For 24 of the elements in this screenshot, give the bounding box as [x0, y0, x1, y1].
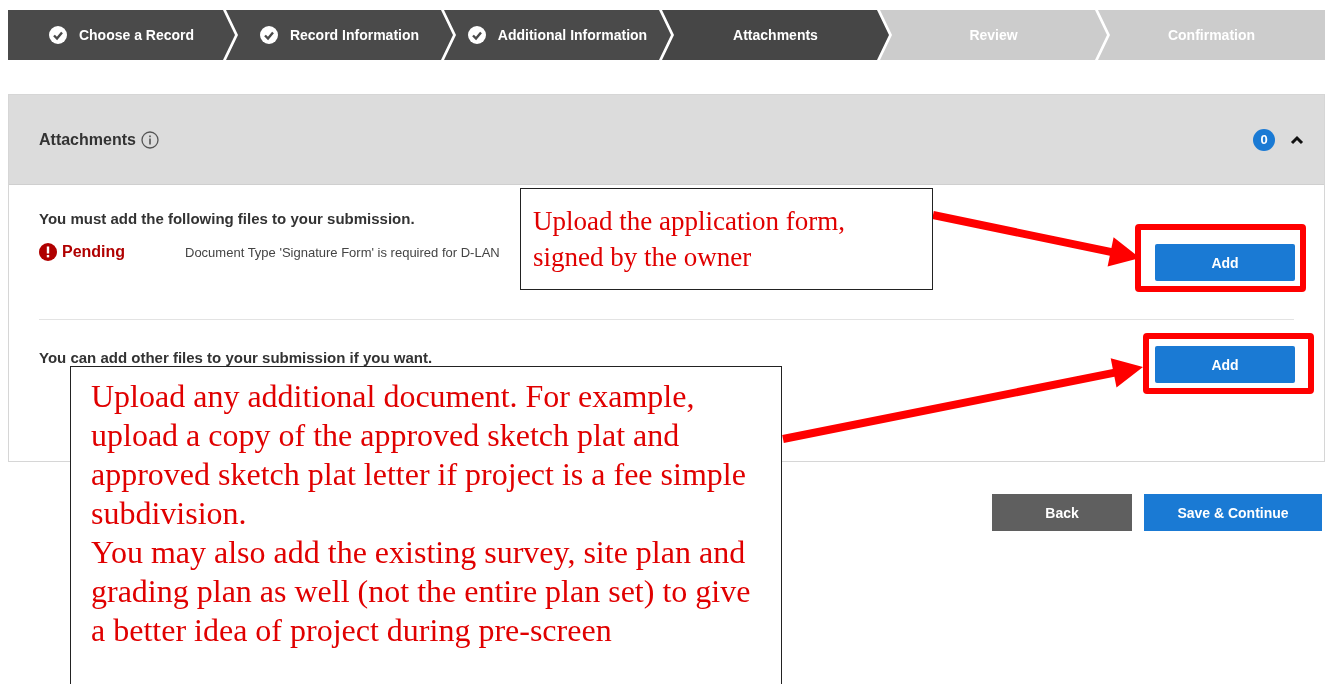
check-icon — [259, 26, 278, 44]
add-button[interactable]: Add — [1155, 244, 1295, 281]
check-icon — [467, 26, 486, 44]
requirement-text: Document Type 'Signature Form' is required for D-LAN — [185, 244, 500, 260]
annotation-text: You may also add the existing survey, site plan and grading plan as well (not the entire plan set) to give a better idea of project during pre-screen — [91, 533, 751, 650]
check-icon — [48, 26, 67, 44]
info-icon[interactable] — [140, 130, 159, 149]
required-files-text: You must add the following files to your submission. — [39, 210, 416, 227]
back-button[interactable]: Back — [992, 494, 1132, 531]
save-button[interactable]: Save & Continue — [1144, 494, 1322, 531]
add-button[interactable]: Add — [1155, 346, 1295, 383]
count-badge: 0 — [1253, 128, 1275, 151]
panel-header[interactable]: Attachments 0 — [9, 95, 1324, 185]
annotation-text: Upload any additional document. For example, upload a copy of the approved sketch plat and approved sketch plat letter if project is a fee simple subdivision. — [91, 377, 747, 533]
caret-icon[interactable] — [1290, 134, 1304, 145]
progress-step[interactable]: Attachments — [662, 10, 889, 60]
alert-icon — [39, 243, 57, 261]
progress-step[interactable]: Choose a Record — [8, 10, 235, 60]
section-title: Attachments — [39, 130, 136, 149]
progress-step[interactable]: Record Information — [226, 10, 453, 60]
optional-files-text: You can add other files to your submission if you want. — [39, 349, 433, 366]
annotation-text: Upload the application form, signed by the owner — [533, 205, 846, 274]
progress-step[interactable]: Additional Information — [444, 10, 671, 60]
pending-status: Pending — [39, 243, 185, 261]
